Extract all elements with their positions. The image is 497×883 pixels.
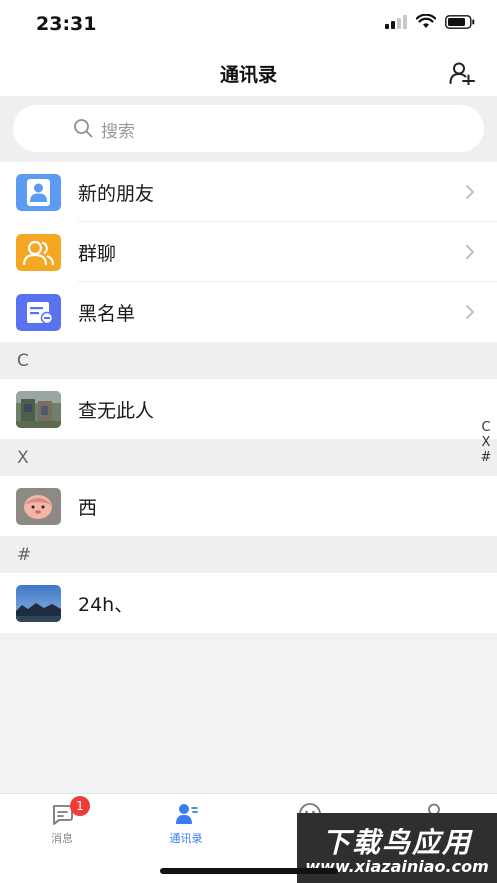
page-title: 通讯录: [219, 64, 277, 86]
alphabet-index[interactable]: C X #: [479, 420, 493, 465]
tab-contacts[interactable]: 通讯录: [124, 794, 248, 854]
section-letter: C: [17, 351, 29, 371]
chevron-right-icon: [466, 185, 474, 199]
index-letter[interactable]: X: [482, 435, 491, 450]
tab-label: 通讯录: [169, 832, 203, 845]
search-placeholder: 搜索: [101, 122, 135, 142]
contact-row[interactable]: 西: [0, 476, 497, 536]
section-header: #: [0, 537, 497, 573]
new-friends-icon: [16, 174, 61, 211]
chevron-right-icon: [466, 305, 474, 319]
menu-item-group-chat[interactable]: 群聊: [0, 222, 497, 282]
contact-row[interactable]: 24h、: [0, 573, 497, 633]
section-letter: X: [17, 448, 29, 468]
search-area: 搜索: [0, 96, 497, 162]
status-time: 23:31: [36, 13, 97, 35]
menu-item-new-friends[interactable]: 新的朋友: [0, 162, 497, 222]
status-bar: 23:31: [0, 0, 497, 50]
unread-badge: 1: [70, 796, 90, 816]
contact-avatar: [16, 488, 61, 525]
group-chat-icon: [16, 234, 61, 271]
tab-label: 消息: [51, 832, 73, 845]
battery-icon: [445, 14, 475, 29]
section-header: C: [0, 343, 497, 379]
contact-avatar: [16, 585, 61, 622]
contact-name: 查无此人: [78, 400, 155, 422]
contact-row[interactable]: 查无此人: [0, 379, 497, 439]
search-icon: [74, 119, 93, 138]
status-icons: [385, 14, 475, 29]
chevron-right-icon: [466, 245, 474, 259]
section-letter: #: [17, 545, 32, 565]
nav-bar: 通讯录: [0, 50, 497, 96]
search-input[interactable]: 搜索: [13, 105, 484, 152]
menu-item-label: 群聊: [78, 243, 117, 265]
watermark-title: 下载鸟应用: [321, 826, 472, 859]
section-header: X: [0, 440, 497, 476]
menu-item-blacklist[interactable]: 黑名单: [0, 282, 497, 342]
tab-messages[interactable]: 1 消息: [0, 794, 124, 854]
contacts-icon: [176, 804, 198, 824]
contact-name: 西: [78, 497, 98, 519]
wifi-icon: [416, 14, 436, 28]
menu-item-label: 新的朋友: [78, 183, 155, 205]
contact-avatar: [16, 391, 61, 428]
blacklist-icon: [16, 294, 61, 331]
index-letter[interactable]: #: [481, 450, 492, 465]
index-letter[interactable]: C: [481, 420, 490, 435]
signal-icon: [385, 14, 407, 29]
menu-item-label: 黑名单: [78, 303, 136, 325]
home-indicator[interactable]: [160, 868, 338, 874]
contact-name: 24h、: [78, 594, 134, 616]
add-contact-icon[interactable]: [449, 61, 475, 85]
